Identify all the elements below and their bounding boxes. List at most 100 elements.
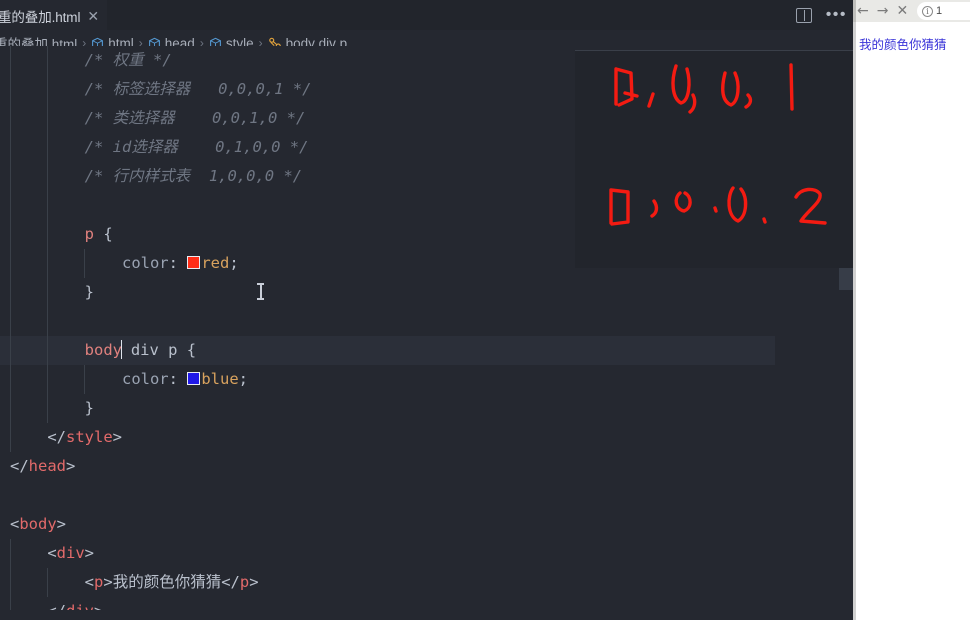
editor-tab-bar: 重的叠加.html ✕ ••• (0, 0, 853, 30)
stop-icon[interactable]: ✕ (896, 4, 908, 18)
code-token: > (56, 515, 67, 533)
code-token: < (10, 515, 20, 533)
code-token: </ (47, 428, 66, 446)
code-token: : (168, 254, 188, 272)
code-token: > (94, 602, 103, 610)
code-token: p (239, 573, 250, 591)
editor-tab-label: 重的叠加.html (0, 9, 81, 25)
window-edge-shadow (853, 0, 856, 620)
code-token: </ (10, 457, 29, 475)
code-token: /* 标签选择器 0,0,0,1 */ (84, 80, 312, 98)
code-token: : (168, 370, 188, 388)
browser-page-content: 我的颜色你猜猜 (853, 22, 970, 620)
code-token: > (112, 428, 123, 446)
indent-guide (10, 394, 11, 423)
indent-guide (10, 365, 11, 394)
indent-guide (10, 75, 11, 104)
code-token: red (201, 254, 230, 272)
code-token: ; (229, 254, 239, 272)
indent-guide (47, 191, 49, 220)
split-editor-icon[interactable] (795, 7, 812, 23)
code-token: body (84, 341, 122, 359)
indent-guide (10, 539, 11, 568)
indent-guide (10, 133, 11, 162)
indent-guide (47, 336, 49, 365)
indent-guide (10, 423, 11, 452)
indent-guide (10, 191, 11, 220)
indent-guide (47, 133, 49, 162)
more-actions-icon[interactable]: ••• (826, 7, 847, 23)
indent-guide (47, 162, 49, 191)
code-line: <body> (0, 510, 843, 539)
indent-guide (10, 249, 11, 278)
code-token: } (84, 399, 94, 417)
code-token: ; (238, 370, 248, 388)
indent-guide (47, 365, 49, 394)
indent-guide (10, 162, 11, 191)
indent-guide (47, 307, 49, 336)
address-bar[interactable]: i 1 (917, 2, 970, 20)
code-line: color: blue; (0, 365, 843, 394)
screen: 重的叠加.html ✕ ••• 重的叠加.html › html › head … (0, 0, 970, 620)
address-bar-value: 1 (936, 5, 943, 17)
indent-guide (10, 220, 11, 249)
browser-window: ← → ✕ i 1 我的颜色你猜猜 (853, 0, 970, 620)
editor-tab-actions: ••• (795, 0, 847, 30)
code-token: /* id选择器 0,1,0,0 */ (84, 138, 309, 156)
indent-guide (47, 75, 49, 104)
indent-guide (10, 568, 11, 597)
code-token: } (84, 283, 94, 301)
code-line: </div> (0, 597, 843, 610)
rendered-paragraph: 我的颜色你猜猜 (859, 38, 947, 52)
code-line: </head> (0, 452, 843, 481)
indent-guide (47, 568, 49, 597)
indent-guide (10, 336, 11, 365)
indent-guide (47, 394, 49, 423)
back-icon[interactable]: ← (857, 4, 869, 18)
code-token: /* 行内样式表 1,0,0,0 */ (84, 167, 303, 185)
editor-tab-active[interactable]: 重的叠加.html ✕ (0, 0, 108, 30)
color-swatch[interactable] (187, 256, 201, 269)
indent-guide (47, 249, 49, 278)
color-swatch[interactable] (187, 372, 201, 385)
indent-guide (10, 104, 11, 133)
code-token: /* 权重 */ (84, 51, 172, 69)
code-token: > (103, 573, 113, 591)
code-token: < (84, 573, 94, 591)
code-token: > (249, 573, 259, 591)
site-info-icon[interactable]: i (922, 5, 933, 17)
code-token: div p { (121, 341, 197, 359)
code-token: div (56, 544, 85, 562)
code-token: /* 类选择器 0,0,1,0 */ (84, 109, 306, 127)
code-line: <p>我的颜色你猜猜</p> (0, 568, 843, 597)
indent-guide (10, 278, 11, 307)
code-token: body (19, 515, 57, 533)
indent-guide (10, 46, 11, 75)
code-token: div (66, 602, 94, 610)
indent-guide (47, 278, 49, 307)
code-line: </style> (0, 423, 843, 452)
indent-guide (47, 104, 49, 133)
code-line: } (0, 394, 843, 423)
code-token: p (84, 225, 94, 243)
code-line: body div p { (0, 336, 775, 365)
code-line: <div> (0, 539, 843, 568)
browser-toolbar: ← → ✕ i 1 (853, 0, 970, 22)
code-token: > (66, 457, 76, 475)
code-line (0, 307, 843, 336)
code-token: color (121, 370, 169, 388)
code-token: > (84, 544, 95, 562)
close-icon[interactable]: ✕ (87, 9, 99, 23)
forward-icon[interactable]: → (877, 4, 889, 18)
code-token: </ (47, 602, 66, 610)
indent-guide (47, 220, 49, 249)
mouse-text-cursor (257, 283, 264, 300)
code-token: color (121, 254, 169, 272)
code-token: < (47, 544, 57, 562)
